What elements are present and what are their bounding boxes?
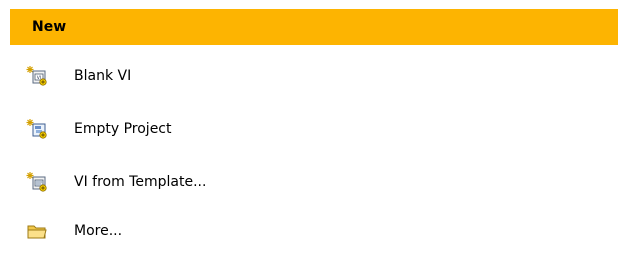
new-project-icon xyxy=(26,119,47,139)
vi-from-template-label: VI from Template... xyxy=(74,174,207,190)
empty-project-label: Empty Project xyxy=(74,121,172,137)
new-panel: New VI Blank VI Empty Project VI from Te… xyxy=(0,0,618,261)
vi-from-template-link[interactable]: VI from Template... xyxy=(22,165,422,197)
more-link[interactable]: More... xyxy=(22,214,422,246)
blank-vi-link[interactable]: VI Blank VI xyxy=(22,59,422,91)
new-vi-icon: VI xyxy=(26,66,47,86)
blank-vi-label: Blank VI xyxy=(74,68,132,84)
section-title: New xyxy=(32,19,67,35)
folder-icon xyxy=(27,225,47,239)
section-header: New xyxy=(10,9,618,45)
empty-project-link[interactable]: Empty Project xyxy=(22,112,422,144)
new-vi-template-icon xyxy=(26,172,47,192)
more-label: More... xyxy=(74,223,123,239)
